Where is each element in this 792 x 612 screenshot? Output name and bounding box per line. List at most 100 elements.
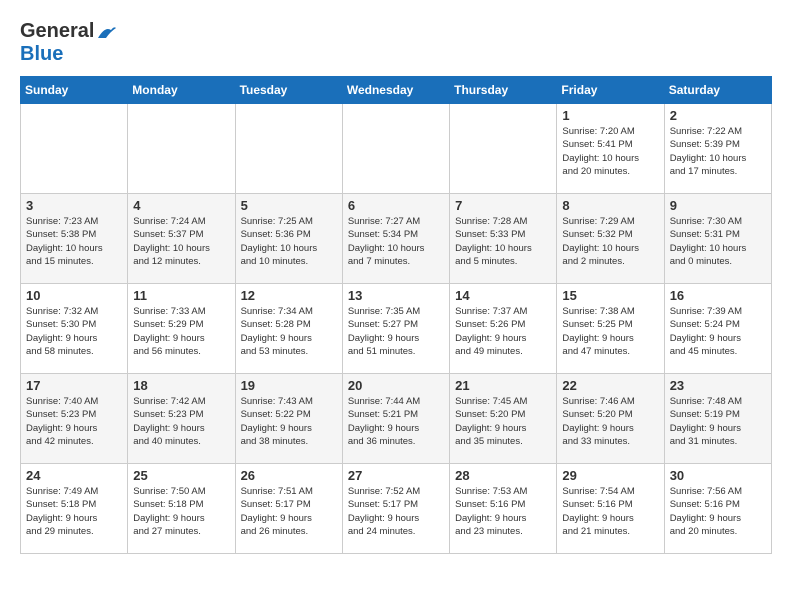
day-info: Sunrise: 7:37 AM Sunset: 5:26 PM Dayligh… [455,305,551,358]
day-number: 29 [562,468,658,483]
day-info: Sunrise: 7:54 AM Sunset: 5:16 PM Dayligh… [562,485,658,538]
day-number: 30 [670,468,766,483]
day-info: Sunrise: 7:53 AM Sunset: 5:16 PM Dayligh… [455,485,551,538]
day-number: 8 [562,198,658,213]
calendar-cell: 20 Sunrise: 7:44 AM Sunset: 5:21 PM Dayli… [342,374,449,464]
calendar-cell: 1 Sunrise: 7:20 AM Sunset: 5:41 PM Daylig… [557,104,664,194]
calendar-cell: 11 Sunrise: 7:33 AM Sunset: 5:29 PM Dayli… [128,284,235,374]
day-number: 9 [670,198,766,213]
day-number: 14 [455,288,551,303]
calendar-cell: 3 Sunrise: 7:23 AM Sunset: 5:38 PM Daylig… [21,194,128,284]
day-info: Sunrise: 7:35 AM Sunset: 5:27 PM Dayligh… [348,305,444,358]
day-number: 15 [562,288,658,303]
page-header: General Blue [20,20,772,66]
calendar-cell: 9 Sunrise: 7:30 AM Sunset: 5:31 PM Daylig… [664,194,771,284]
calendar-cell: 18 Sunrise: 7:42 AM Sunset: 5:23 PM Dayli… [128,374,235,464]
calendar-cell: 14 Sunrise: 7:37 AM Sunset: 5:26 PM Dayli… [450,284,557,374]
calendar-cell: 7 Sunrise: 7:28 AM Sunset: 5:33 PM Daylig… [450,194,557,284]
day-number: 1 [562,108,658,123]
day-info: Sunrise: 7:22 AM Sunset: 5:39 PM Dayligh… [670,125,766,178]
week-row-3: 10Sunrise: 7:32 AM Sunset: 5:30 PM Dayli… [21,284,772,374]
day-info: Sunrise: 7:33 AM Sunset: 5:29 PM Dayligh… [133,305,229,358]
day-number: 27 [348,468,444,483]
calendar-cell: 10Sunrise: 7:32 AM Sunset: 5:30 PM Dayli… [21,284,128,374]
calendar-cell [128,104,235,194]
day-info: Sunrise: 7:45 AM Sunset: 5:20 PM Dayligh… [455,395,551,448]
calendar-cell: 29 Sunrise: 7:54 AM Sunset: 5:16 PM Dayli… [557,464,664,554]
calendar-cell: 30 Sunrise: 7:56 AM Sunset: 5:16 PM Dayli… [664,464,771,554]
weekday-header-tuesday: Tuesday [235,77,342,104]
day-info: Sunrise: 7:38 AM Sunset: 5:25 PM Dayligh… [562,305,658,358]
day-number: 18 [133,378,229,393]
day-info: Sunrise: 7:48 AM Sunset: 5:19 PM Dayligh… [670,395,766,448]
day-number: 11 [133,288,229,303]
weekday-header-wednesday: Wednesday [342,77,449,104]
weekday-header-row: SundayMondayTuesdayWednesdayThursdayFrid… [21,77,772,104]
day-info: Sunrise: 7:23 AM Sunset: 5:38 PM Dayligh… [26,215,122,268]
day-number: 17 [26,378,122,393]
weekday-header-thursday: Thursday [450,77,557,104]
calendar-cell: 4 Sunrise: 7:24 AM Sunset: 5:37 PM Daylig… [128,194,235,284]
day-number: 26 [241,468,337,483]
day-number: 20 [348,378,444,393]
calendar-cell: 25 Sunrise: 7:50 AM Sunset: 5:18 PM Dayli… [128,464,235,554]
day-number: 7 [455,198,551,213]
calendar-table: SundayMondayTuesdayWednesdayThursdayFrid… [20,76,772,554]
day-info: Sunrise: 7:25 AM Sunset: 5:36 PM Dayligh… [241,215,337,268]
day-number: 28 [455,468,551,483]
logo-general-text: General [20,20,94,43]
calendar-cell [450,104,557,194]
calendar-cell: 12 Sunrise: 7:34 AM Sunset: 5:28 PM Dayli… [235,284,342,374]
day-number: 16 [670,288,766,303]
calendar-cell: 21 Sunrise: 7:45 AM Sunset: 5:20 PM Dayli… [450,374,557,464]
day-info: Sunrise: 7:24 AM Sunset: 5:37 PM Dayligh… [133,215,229,268]
day-info: Sunrise: 7:30 AM Sunset: 5:31 PM Dayligh… [670,215,766,268]
day-number: 5 [241,198,337,213]
day-number: 24 [26,468,122,483]
calendar-cell: 23Sunrise: 7:48 AM Sunset: 5:19 PM Dayli… [664,374,771,464]
day-info: Sunrise: 7:20 AM Sunset: 5:41 PM Dayligh… [562,125,658,178]
calendar-cell: 13 Sunrise: 7:35 AM Sunset: 5:27 PM Dayli… [342,284,449,374]
day-info: Sunrise: 7:50 AM Sunset: 5:18 PM Dayligh… [133,485,229,538]
calendar-cell: 15 Sunrise: 7:38 AM Sunset: 5:25 PM Dayli… [557,284,664,374]
day-number: 25 [133,468,229,483]
day-info: Sunrise: 7:44 AM Sunset: 5:21 PM Dayligh… [348,395,444,448]
calendar-cell: 28 Sunrise: 7:53 AM Sunset: 5:16 PM Dayli… [450,464,557,554]
weekday-header-monday: Monday [128,77,235,104]
calendar-cell: 17 Sunrise: 7:40 AM Sunset: 5:23 PM Dayli… [21,374,128,464]
week-row-2: 3 Sunrise: 7:23 AM Sunset: 5:38 PM Daylig… [21,194,772,284]
day-number: 19 [241,378,337,393]
calendar-cell [21,104,128,194]
calendar-cell: 8 Sunrise: 7:29 AM Sunset: 5:32 PM Daylig… [557,194,664,284]
day-info: Sunrise: 7:52 AM Sunset: 5:17 PM Dayligh… [348,485,444,538]
day-number: 22 [562,378,658,393]
day-number: 6 [348,198,444,213]
day-info: Sunrise: 7:43 AM Sunset: 5:22 PM Dayligh… [241,395,337,448]
day-info: Sunrise: 7:40 AM Sunset: 5:23 PM Dayligh… [26,395,122,448]
weekday-header-friday: Friday [557,77,664,104]
day-number: 13 [348,288,444,303]
day-number: 2 [670,108,766,123]
day-info: Sunrise: 7:42 AM Sunset: 5:23 PM Dayligh… [133,395,229,448]
day-info: Sunrise: 7:56 AM Sunset: 5:16 PM Dayligh… [670,485,766,538]
day-info: Sunrise: 7:34 AM Sunset: 5:28 PM Dayligh… [241,305,337,358]
week-row-1: 1 Sunrise: 7:20 AM Sunset: 5:41 PM Daylig… [21,104,772,194]
day-info: Sunrise: 7:28 AM Sunset: 5:33 PM Dayligh… [455,215,551,268]
day-number: 21 [455,378,551,393]
day-info: Sunrise: 7:39 AM Sunset: 5:24 PM Dayligh… [670,305,766,358]
logo-blue-text: Blue [20,43,63,65]
calendar-cell: 16 Sunrise: 7:39 AM Sunset: 5:24 PM Dayli… [664,284,771,374]
day-number: 3 [26,198,122,213]
calendar-cell: 5 Sunrise: 7:25 AM Sunset: 5:36 PM Daylig… [235,194,342,284]
calendar-cell [235,104,342,194]
week-row-5: 24 Sunrise: 7:49 AM Sunset: 5:18 PM Dayli… [21,464,772,554]
day-info: Sunrise: 7:49 AM Sunset: 5:18 PM Dayligh… [26,485,122,538]
day-number: 12 [241,288,337,303]
calendar-cell: 24 Sunrise: 7:49 AM Sunset: 5:18 PM Dayli… [21,464,128,554]
calendar-cell: 22Sunrise: 7:46 AM Sunset: 5:20 PM Dayli… [557,374,664,464]
day-info: Sunrise: 7:29 AM Sunset: 5:32 PM Dayligh… [562,215,658,268]
logo-bird-icon [96,24,116,40]
calendar-cell: 26Sunrise: 7:51 AM Sunset: 5:17 PM Dayli… [235,464,342,554]
calendar-cell: 6Sunrise: 7:27 AM Sunset: 5:34 PM Daylig… [342,194,449,284]
day-number: 4 [133,198,229,213]
